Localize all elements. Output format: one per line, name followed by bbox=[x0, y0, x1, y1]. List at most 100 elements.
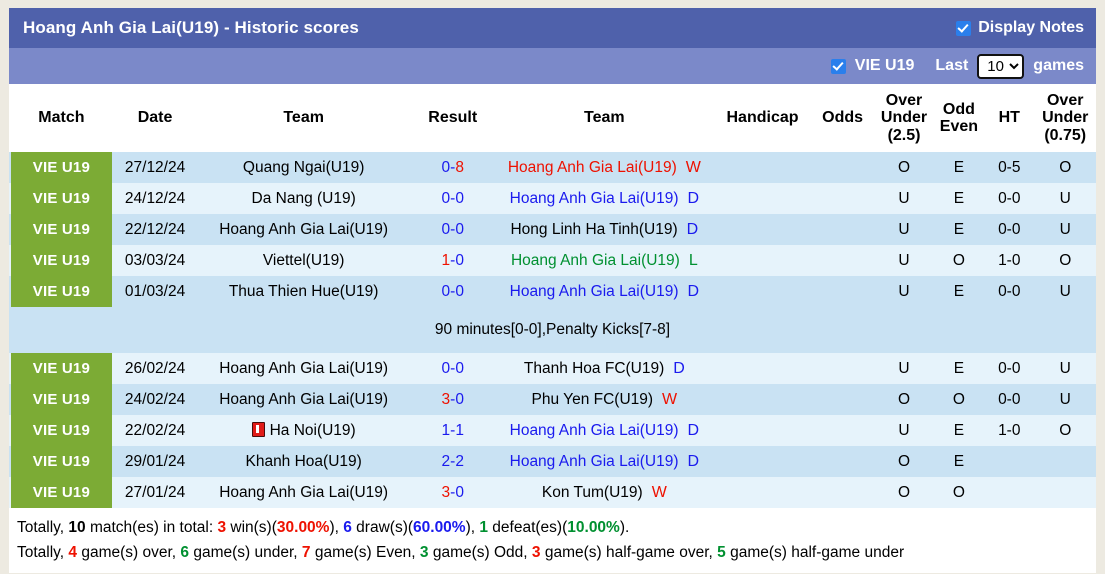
score-away: 0 bbox=[455, 189, 464, 207]
away-team[interactable]: Hoang Anh Gia Lai(U19) D bbox=[494, 446, 715, 477]
summary-t3: win(s)( bbox=[226, 519, 277, 536]
odds-value bbox=[810, 183, 875, 214]
summary-half-under-count: 5 bbox=[717, 544, 726, 562]
score-home: 3 bbox=[441, 483, 451, 501]
display-notes-checkbox[interactable] bbox=[956, 20, 972, 36]
away-team[interactable]: Hoang Anh Gia Lai(U19) L bbox=[494, 245, 715, 276]
summary2-t6: game(s) half-game over, bbox=[540, 544, 718, 562]
col-header-home-team[interactable]: Team bbox=[196, 84, 411, 152]
col-header-over-under-075[interactable]: Over Under (0.75) bbox=[1034, 84, 1096, 152]
col-header-ou25-line1: Over bbox=[885, 92, 923, 110]
table-row[interactable]: VIE U19 24/02/24 Hoang Anh Gia Lai(U19) 3-0… bbox=[9, 384, 1096, 415]
match-result[interactable]: 1-0 bbox=[410, 245, 495, 276]
away-team-name: Hong Linh Ha Tinh(U19) bbox=[510, 220, 678, 238]
over-under-075-value: U bbox=[1034, 214, 1096, 245]
summary2-t5: game(s) Odd, bbox=[428, 544, 532, 562]
home-team[interactable]: Hoang Anh Gia Lai(U19) bbox=[196, 214, 411, 245]
match-league-badge-cell[interactable]: VIE U19 bbox=[9, 183, 114, 214]
home-team[interactable]: Da Nang (U19) bbox=[196, 183, 411, 214]
col-header-handicap[interactable]: Handicap bbox=[714, 84, 811, 152]
away-team-name: Hoang Anh Gia Lai(U19) bbox=[509, 282, 679, 300]
match-league-badge-cell[interactable]: VIE U19 bbox=[9, 245, 114, 276]
match-date: 27/01/24 bbox=[113, 477, 197, 508]
home-team[interactable]: Thua Thien Hue(U19) bbox=[196, 276, 411, 307]
away-team-name: Hoang Anh Gia Lai(U19) bbox=[510, 251, 680, 269]
match-league-badge-cell[interactable]: VIE U19 bbox=[9, 415, 114, 446]
match-league-badge-cell[interactable]: VIE U19 bbox=[9, 276, 114, 307]
over-under-25-value: U bbox=[874, 245, 934, 276]
col-header-match[interactable]: Match bbox=[9, 84, 114, 152]
away-team-name: Hoang Anh Gia Lai(U19) bbox=[509, 189, 679, 207]
match-league-badge-cell[interactable]: VIE U19 bbox=[9, 353, 114, 384]
home-team[interactable]: Hoang Anh Gia Lai(U19) bbox=[196, 477, 411, 508]
col-header-date[interactable]: Date bbox=[113, 84, 197, 152]
away-team[interactable]: Thanh Hoa FC(U19) D bbox=[494, 353, 715, 384]
match-result[interactable]: 0-0 bbox=[410, 214, 495, 245]
match-result[interactable]: 0-0 bbox=[410, 276, 495, 307]
odds-value bbox=[810, 415, 875, 446]
summary-total-matches: 10 bbox=[68, 519, 86, 536]
table-row[interactable]: VIE U19 01/03/24 Thua Thien Hue(U19) 0-0 Hoa… bbox=[9, 276, 1096, 307]
away-team[interactable]: Kon Tum(U19) W bbox=[494, 477, 715, 508]
summary-over-count: 4 bbox=[68, 544, 78, 562]
match-league-badge-cell[interactable]: VIE U19 bbox=[9, 152, 114, 183]
col-header-over-under-25[interactable]: Over Under (2.5) bbox=[874, 84, 934, 152]
match-result[interactable]: 0-0 bbox=[410, 353, 495, 384]
display-notes-control[interactable]: Display Notes bbox=[956, 19, 1084, 37]
result-outcome: D bbox=[687, 189, 700, 207]
match-league-badge-cell[interactable]: VIE U19 bbox=[9, 477, 114, 508]
score-home: 2 bbox=[441, 452, 451, 470]
odd-even-value: E bbox=[933, 214, 985, 245]
title-bar: Hoang Anh Gia Lai(U19) - Historic scores… bbox=[9, 8, 1096, 48]
match-league-badge-cell[interactable]: VIE U19 bbox=[9, 384, 114, 415]
away-team[interactable]: Hoang Anh Gia Lai(U19) D bbox=[494, 415, 715, 446]
home-team[interactable]: Viettel(U19) bbox=[196, 245, 411, 276]
table-row[interactable]: VIE U19 27/12/24 Quang Ngai(U19) 0-8 Hoang A… bbox=[9, 152, 1096, 183]
col-header-odds[interactable]: Odds bbox=[810, 84, 875, 152]
games-count-select[interactable]: 10 bbox=[977, 53, 1025, 79]
summary-defeats: 1 bbox=[479, 519, 488, 536]
match-result[interactable]: 2-2 bbox=[410, 446, 495, 477]
match-date: 24/12/24 bbox=[113, 183, 197, 214]
score-home: 0 bbox=[441, 359, 451, 377]
away-team[interactable]: Hoang Anh Gia Lai(U19) W bbox=[494, 152, 715, 183]
col-header-result[interactable]: Result bbox=[410, 84, 495, 152]
summary-line-goals: Totally, 4 game(s) over, 6 game(s) under… bbox=[17, 540, 1088, 565]
away-team[interactable]: Phu Yen FC(U19) W bbox=[494, 384, 715, 415]
match-result[interactable]: 0-8 bbox=[410, 152, 495, 183]
match-result[interactable]: 3-0 bbox=[410, 477, 495, 508]
summary-even-count: 7 bbox=[301, 544, 311, 562]
table-row[interactable]: VIE U19 26/02/24 Hoang Anh Gia Lai(U19) 0-0… bbox=[9, 353, 1096, 384]
away-team[interactable]: Hong Linh Ha Tinh(U19) D bbox=[494, 214, 715, 245]
match-league-badge-cell[interactable]: VIE U19 bbox=[9, 214, 114, 245]
home-team[interactable]: Hoang Anh Gia Lai(U19) bbox=[196, 384, 411, 415]
table-row[interactable]: VIE U19 29/01/24 Khanh Hoa(U19) 2-2 Hoang An… bbox=[9, 446, 1096, 477]
home-team[interactable]: Ha Noi(U19) bbox=[196, 415, 411, 446]
table-row[interactable]: VIE U19 22/02/24 Ha Noi(U19) 1-1 Hoang Anh G… bbox=[9, 415, 1096, 446]
match-result[interactable]: 1-1 bbox=[410, 415, 495, 446]
match-result[interactable]: 0-0 bbox=[410, 183, 495, 214]
league-filter-checkbox[interactable] bbox=[830, 58, 846, 74]
score-home: 3 bbox=[441, 390, 451, 408]
col-header-ht[interactable]: HT bbox=[984, 84, 1035, 152]
match-date: 26/02/24 bbox=[113, 353, 197, 384]
match-league-badge-cell[interactable]: VIE U19 bbox=[9, 446, 114, 477]
table-row[interactable]: VIE U19 22/12/24 Hoang Anh Gia Lai(U19) 0-0… bbox=[9, 214, 1096, 245]
home-team[interactable]: Hoang Anh Gia Lai(U19) bbox=[196, 353, 411, 384]
league-badge: VIE U19 bbox=[11, 353, 112, 384]
away-team[interactable]: Hoang Anh Gia Lai(U19) D bbox=[494, 183, 715, 214]
summary2-t4: game(s) Even, bbox=[310, 544, 420, 562]
away-team[interactable]: Hoang Anh Gia Lai(U19) D bbox=[494, 276, 715, 307]
match-result[interactable]: 3-0 bbox=[410, 384, 495, 415]
table-row[interactable]: VIE U19 27/01/24 Hoang Anh Gia Lai(U19) 3-0… bbox=[9, 477, 1096, 508]
odds-value bbox=[810, 276, 875, 307]
home-team[interactable]: Khanh Hoa(U19) bbox=[196, 446, 411, 477]
summary-draw-pct: 60.00% bbox=[413, 519, 466, 536]
col-header-away-team[interactable]: Team bbox=[494, 84, 715, 152]
home-team[interactable]: Quang Ngai(U19) bbox=[196, 152, 411, 183]
table-row[interactable]: VIE U19 03/03/24 Viettel(U19) 1-0 Hoang Anh … bbox=[9, 245, 1096, 276]
col-header-odd-even[interactable]: Odd Even bbox=[933, 84, 985, 152]
score-home: 0 bbox=[441, 220, 451, 238]
games-label: games bbox=[1033, 57, 1084, 74]
table-row[interactable]: VIE U19 24/12/24 Da Nang (U19) 0-0 Hoang Anh… bbox=[9, 183, 1096, 214]
